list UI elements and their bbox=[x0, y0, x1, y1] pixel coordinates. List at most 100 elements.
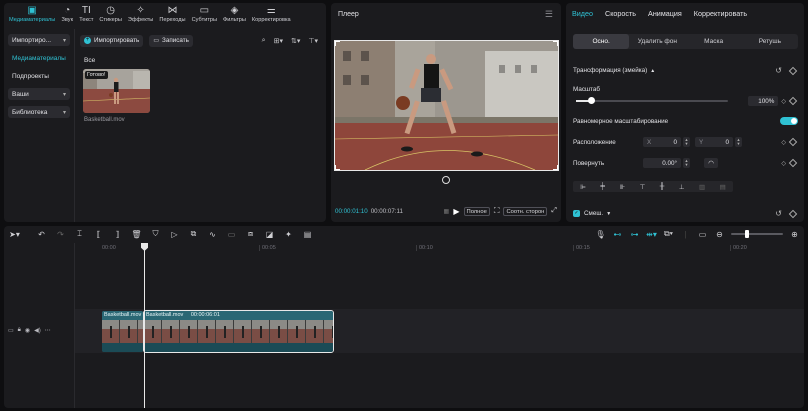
zoom-in-icon[interactable]: ⊕ bbox=[789, 229, 800, 240]
grid-view-icon[interactable]: ⊞▾ bbox=[274, 37, 283, 45]
blend-header[interactable]: Смеш. bbox=[584, 210, 603, 217]
redo-icon[interactable]: ↷ bbox=[55, 229, 66, 240]
chevron-down-icon[interactable]: ▼ bbox=[606, 211, 611, 217]
preview-axis-icon[interactable]: ⧉▾ bbox=[663, 229, 674, 240]
align-top-icon[interactable]: ⊤ bbox=[640, 183, 646, 191]
tab-adjust[interactable]: ⚌ Корректировка bbox=[249, 3, 294, 29]
distribute-v-icon[interactable]: ▤ bbox=[720, 183, 726, 191]
fullscreen-icon[interactable]: ⛶ bbox=[494, 206, 500, 216]
scale-value-field[interactable]: 100% bbox=[748, 96, 779, 106]
crop-corner-tr[interactable] bbox=[553, 41, 558, 46]
speaker-icon[interactable]: ◀︎) bbox=[34, 327, 41, 334]
subtab-mask[interactable]: Маска bbox=[686, 34, 742, 49]
caption-icon[interactable]: ▭ bbox=[697, 229, 708, 240]
cover-icon[interactable]: ▭ bbox=[8, 327, 14, 334]
aspect-ratio-button[interactable]: Соотн. сторон bbox=[503, 206, 548, 216]
uniform-scale-toggle[interactable] bbox=[780, 117, 798, 125]
align-center-v-icon[interactable]: ╫ bbox=[660, 183, 665, 190]
tab-adjust[interactable]: Корректировать bbox=[694, 9, 747, 18]
keyframe-icon[interactable] bbox=[788, 137, 798, 147]
sidebar-item-media[interactable]: Медиаматериалы bbox=[8, 52, 70, 64]
tab-transitions[interactable]: ⋈ Переходы bbox=[156, 3, 188, 29]
keyframe-icon[interactable] bbox=[788, 158, 798, 168]
play-icon[interactable]: ▶ bbox=[453, 207, 459, 216]
tab-speed[interactable]: Скорость bbox=[605, 9, 636, 18]
yours-dropdown[interactable]: Ваши ▾ bbox=[8, 88, 70, 100]
import-dropdown[interactable]: Импортиро... ▾ bbox=[8, 34, 70, 46]
video-preview[interactable] bbox=[334, 40, 559, 171]
tab-filters[interactable]: ◈ Фильтры bbox=[220, 3, 249, 29]
tab-text[interactable]: TI Текст bbox=[76, 3, 96, 29]
scale-slider-knob[interactable] bbox=[587, 97, 595, 104]
menu-icon[interactable]: ☰ bbox=[545, 9, 553, 20]
timeline-clip-selected[interactable]: Basketball.mov 00:00:06:01 bbox=[143, 310, 334, 353]
linkage-icon[interactable]: ⊶ bbox=[629, 229, 640, 240]
transform-icon[interactable]: ⧈ bbox=[245, 229, 256, 240]
play-range-icon[interactable]: ▷ bbox=[169, 229, 180, 240]
filter-icon[interactable]: ⊤▾ bbox=[308, 37, 318, 45]
rotate-value-field[interactable]: 0.00° bbox=[643, 158, 681, 168]
scale-slider[interactable] bbox=[576, 97, 728, 104]
eye-icon[interactable]: ◉ bbox=[25, 327, 30, 334]
subtab-retouch[interactable]: Ретушь bbox=[742, 34, 798, 49]
tab-stickers[interactable]: ◷ Стикеры bbox=[96, 3, 124, 29]
grid-icon[interactable]: ▦ bbox=[444, 208, 450, 215]
rotate-handle[interactable] bbox=[442, 176, 450, 184]
diamond-arrows-icon[interactable]: ◇ bbox=[781, 160, 786, 167]
blend-checkbox[interactable]: ✓ bbox=[573, 210, 580, 217]
keyframe-icon[interactable] bbox=[788, 209, 798, 218]
subtab-basic[interactable]: Осно. bbox=[573, 34, 630, 49]
microphone-icon[interactable]: 🎙 bbox=[595, 229, 606, 240]
more-icon[interactable]: ⋯ bbox=[45, 327, 51, 334]
delete-icon[interactable]: 🗑 bbox=[131, 229, 142, 240]
freeze-icon[interactable]: ▭ bbox=[226, 229, 237, 240]
rotate-stepper[interactable]: ▲ ▼ bbox=[683, 158, 690, 168]
sidebar-item-subprojects[interactable]: Подпроекты bbox=[8, 70, 70, 82]
undo-icon[interactable]: ↶ bbox=[36, 229, 47, 240]
diamond-arrows-icon[interactable]: ◇ bbox=[781, 139, 786, 146]
subtab-remove-bg[interactable]: Удалить фон bbox=[629, 34, 685, 49]
crop-icon[interactable]: ⧉ bbox=[188, 229, 199, 240]
zoom-slider-knob[interactable] bbox=[745, 230, 749, 238]
rotate-dial[interactable]: ◠ bbox=[704, 158, 718, 168]
tab-subtitles[interactable]: ▭ Субтитры bbox=[189, 3, 220, 29]
transform-header[interactable]: Трансформация (змейка) bbox=[573, 67, 647, 74]
zoom-slider[interactable] bbox=[731, 230, 783, 238]
cursor-select-icon[interactable]: ➤▾ bbox=[9, 229, 20, 240]
align-center-h-icon[interactable]: ╪ bbox=[600, 183, 605, 190]
keyframe-icon[interactable] bbox=[788, 66, 798, 75]
align-left-icon[interactable]: ⊫ bbox=[580, 183, 586, 191]
split-icon[interactable]: ⌶ bbox=[74, 229, 85, 240]
align-bottom-icon[interactable]: ⊥ bbox=[679, 183, 685, 191]
tab-video[interactable]: Видео bbox=[572, 9, 593, 18]
split-left-icon[interactable]: ⟦ bbox=[93, 229, 104, 240]
position-y-stepper[interactable]: ▲ ▼ bbox=[735, 137, 742, 147]
media-thumbnail[interactable]: Готово! bbox=[83, 69, 150, 113]
tab-sound[interactable]: ◔ Звук bbox=[58, 3, 76, 29]
reset-icon[interactable]: ↺ bbox=[775, 209, 782, 218]
sort-icon[interactable]: ⇅▾ bbox=[291, 37, 300, 45]
tab-effects[interactable]: ✧ Эффекты bbox=[125, 3, 156, 29]
keyframe-icon[interactable] bbox=[788, 96, 798, 106]
magnet-link-icon[interactable]: ⊷ bbox=[612, 229, 623, 240]
position-x-stepper[interactable]: ▲ ▼ bbox=[683, 137, 690, 147]
diamond-arrows-icon[interactable]: ◇ bbox=[781, 98, 786, 105]
expand-icon[interactable]: ⤢ bbox=[551, 207, 557, 215]
record-button[interactable]: ▭ Записать bbox=[149, 34, 193, 47]
search-icon[interactable]: ⌕ bbox=[262, 37, 266, 45]
position-y-field[interactable]: Y 0 bbox=[695, 137, 733, 147]
lock-icon[interactable]: 🔒︎ bbox=[18, 327, 21, 334]
playhead-line[interactable] bbox=[144, 243, 145, 408]
timeline-ruler[interactable]: 00:00 00:05 00:10 00:15 00:20 bbox=[74, 243, 804, 253]
import-button[interactable]: + Импортировать bbox=[80, 34, 144, 47]
reset-icon[interactable]: ↺ bbox=[775, 66, 782, 75]
crop-corner-tl[interactable] bbox=[335, 41, 340, 46]
curve-icon[interactable]: ∿ bbox=[207, 229, 218, 240]
zoom-out-icon[interactable]: ⊖ bbox=[714, 229, 725, 240]
timeline-clip[interactable]: Basketball.mov bbox=[102, 311, 143, 352]
tab-animation[interactable]: Анимация bbox=[648, 9, 682, 18]
tab-media[interactable]: ▣ Медиаматериалы bbox=[6, 3, 58, 29]
magic-wand-icon[interactable]: ✦ bbox=[283, 229, 294, 240]
position-x-field[interactable]: X 0 bbox=[643, 137, 681, 147]
crop-corner-bl[interactable] bbox=[335, 165, 340, 170]
